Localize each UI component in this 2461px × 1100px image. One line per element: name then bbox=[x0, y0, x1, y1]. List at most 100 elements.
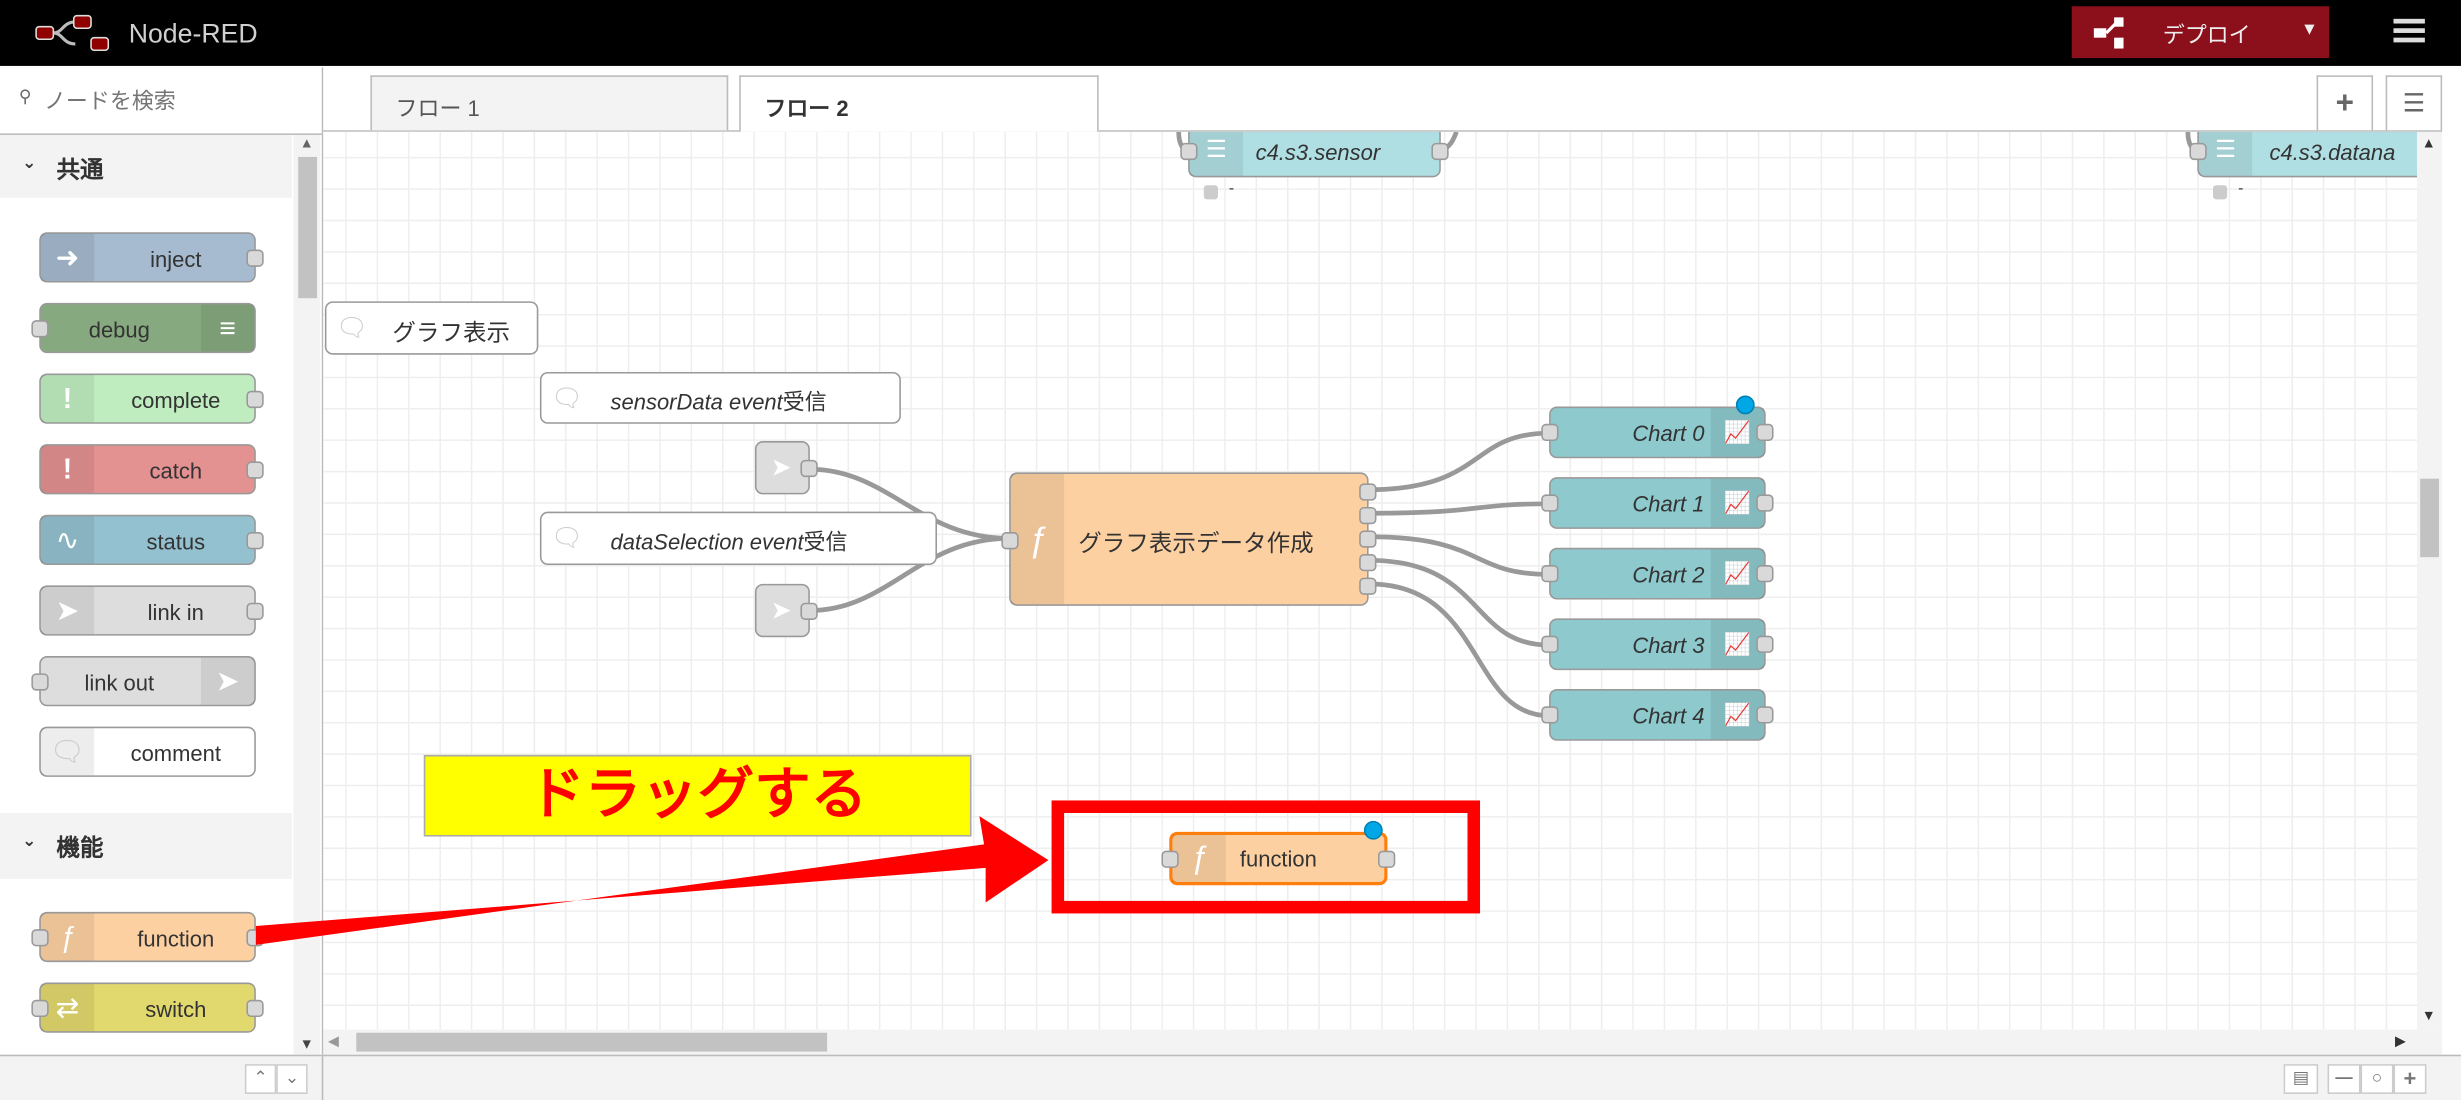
function-icon: ƒ bbox=[1172, 834, 1226, 883]
wire bbox=[1368, 581, 1550, 719]
input-port[interactable] bbox=[1161, 850, 1179, 868]
search-icon: ⚲ bbox=[18, 87, 32, 107]
hamburger-menu-icon[interactable] bbox=[2393, 18, 2425, 43]
node-red-logo-icon bbox=[35, 14, 110, 52]
chevron-down-icon[interactable]: ▼ bbox=[2301, 20, 2318, 39]
output-port[interactable] bbox=[1359, 554, 1377, 572]
zoom-out-button[interactable]: — bbox=[2327, 1064, 2361, 1094]
palette-node-function[interactable]: ƒ function bbox=[31, 911, 264, 963]
output-port[interactable] bbox=[246, 999, 264, 1018]
output-port[interactable] bbox=[1431, 142, 1449, 161]
input-port[interactable] bbox=[2189, 142, 2207, 161]
canvas-vertical-scrollbar[interactable]: ▲ ▼ bbox=[2417, 131, 2443, 1030]
navigator-map-icon[interactable]: ▤ bbox=[2283, 1064, 2319, 1094]
category-common-header[interactable]: ⌄ 共通 bbox=[0, 134, 292, 198]
search-input[interactable] bbox=[40, 80, 314, 121]
function-node-dragged[interactable]: ƒ function bbox=[1161, 820, 1396, 886]
output-port[interactable] bbox=[1359, 506, 1377, 525]
input-port[interactable] bbox=[1541, 565, 1559, 583]
scrollbar-thumb[interactable] bbox=[298, 156, 318, 299]
add-tab-button[interactable]: + bbox=[2316, 75, 2374, 131]
list-flows-icon[interactable]: ☰ bbox=[2385, 75, 2443, 131]
output-port[interactable] bbox=[246, 461, 264, 479]
comment-node-sensor-data[interactable]: 🗨 sensorData event受信 bbox=[539, 371, 901, 424]
output-port[interactable] bbox=[246, 929, 264, 947]
input-port[interactable] bbox=[31, 929, 49, 947]
output-port[interactable] bbox=[1359, 530, 1377, 548]
link-icon: ➤ bbox=[40, 586, 95, 635]
scroll-up-icon[interactable]: ▲ bbox=[300, 135, 314, 151]
input-port[interactable] bbox=[1001, 532, 1019, 550]
input-port[interactable] bbox=[1541, 635, 1559, 653]
palette-node-complete[interactable]: ! complete bbox=[39, 373, 264, 424]
palette-node-debug[interactable]: ≡ debug bbox=[31, 302, 256, 354]
node-label: Chart 2 bbox=[1632, 561, 1705, 587]
output-port[interactable] bbox=[246, 249, 264, 267]
input-port[interactable] bbox=[1541, 706, 1559, 724]
input-port[interactable] bbox=[31, 999, 49, 1018]
output-port[interactable] bbox=[1359, 483, 1377, 501]
palette-node-comment[interactable]: 🗨 comment bbox=[39, 726, 256, 777]
output-port[interactable] bbox=[800, 602, 818, 620]
palette-scrollbar[interactable]: ▲ ▼ bbox=[293, 134, 321, 1055]
palette-node-link-out[interactable]: ➤ link out bbox=[31, 656, 256, 707]
input-port[interactable] bbox=[1180, 142, 1198, 161]
palette-search[interactable]: ⚲ bbox=[0, 67, 322, 135]
flow-canvas[interactable]: ☰ c4.s3.sensor - ☰ c4.s3.datana - 🗨 グラフ表… bbox=[323, 131, 2418, 1030]
node-label-suffix: 受信 bbox=[782, 389, 827, 415]
scroll-up-icon[interactable]: ▲ bbox=[2422, 135, 2436, 151]
node-label: dataSelection event bbox=[610, 528, 804, 555]
link-call-node-sensor[interactable]: ☰ c4.s3.sensor bbox=[1180, 131, 1449, 178]
link-call-node-datana[interactable]: ☰ c4.s3.datana bbox=[2189, 131, 2418, 178]
function-node-graph-data[interactable]: ƒ グラフ表示データ作成 bbox=[1001, 472, 1377, 606]
input-port[interactable] bbox=[1541, 423, 1559, 442]
chart-node-2[interactable]: Chart 2 📈 bbox=[1541, 547, 1774, 600]
tab-flow-2[interactable]: フロー 2 bbox=[739, 75, 1099, 132]
output-port[interactable] bbox=[1756, 635, 1774, 653]
zoom-reset-button[interactable]: ○ bbox=[2360, 1064, 2394, 1094]
zoom-in-button[interactable]: + bbox=[2393, 1064, 2427, 1094]
output-port[interactable] bbox=[1378, 850, 1396, 868]
chart-node-0[interactable]: Chart 0 📈 bbox=[1541, 395, 1774, 459]
output-port[interactable] bbox=[246, 390, 264, 409]
category-function-header[interactable]: ⌄ 機能 bbox=[0, 813, 292, 879]
comment-node-data-selection[interactable]: 🗨 dataSelection event受信 bbox=[539, 511, 937, 566]
collapse-all-icon[interactable]: ⌃ bbox=[244, 1064, 277, 1094]
output-port[interactable] bbox=[1756, 565, 1774, 583]
palette-node-status[interactable]: ∿ status bbox=[39, 514, 264, 566]
chart-node-3[interactable]: Chart 3 📈 bbox=[1541, 618, 1774, 671]
output-port[interactable] bbox=[246, 532, 264, 550]
palette-node-link-in[interactable]: ➤ link in bbox=[39, 585, 264, 636]
output-port[interactable] bbox=[1756, 423, 1774, 442]
deploy-button[interactable]: デプロイ ▼ bbox=[2071, 6, 2330, 59]
expand-all-icon[interactable]: ⌄ bbox=[276, 1064, 308, 1094]
node-label: debug bbox=[88, 317, 150, 343]
scrollbar-thumb[interactable] bbox=[2420, 478, 2440, 558]
input-port[interactable] bbox=[1541, 494, 1559, 512]
palette-node-inject[interactable]: ➜ inject bbox=[39, 232, 264, 283]
link-in-node-1[interactable]: ➤ bbox=[754, 441, 818, 495]
node-label: Chart 3 bbox=[1632, 632, 1705, 658]
scroll-down-icon[interactable]: ▼ bbox=[300, 1036, 314, 1052]
scroll-down-icon[interactable]: ▼ bbox=[2422, 1008, 2436, 1024]
workspace-tabs: フロー 1 フロー 2 + ☰ bbox=[323, 67, 2443, 132]
input-port[interactable] bbox=[31, 320, 49, 338]
scroll-left-icon[interactable]: ◀ bbox=[328, 1033, 339, 1050]
input-port[interactable] bbox=[31, 673, 49, 691]
canvas-horizontal-scrollbar[interactable]: ◀ ▶ bbox=[323, 1029, 2443, 1055]
link-in-node-2[interactable]: ➤ bbox=[754, 583, 818, 638]
node-label: status bbox=[146, 528, 206, 555]
output-port[interactable] bbox=[246, 602, 264, 620]
output-port[interactable] bbox=[800, 459, 818, 478]
chart-node-1[interactable]: Chart 1 📈 bbox=[1541, 477, 1774, 529]
comment-node-graph[interactable]: 🗨 グラフ表示 bbox=[324, 301, 539, 355]
scrollbar-thumb[interactable] bbox=[356, 1032, 828, 1052]
output-port[interactable] bbox=[1756, 706, 1774, 724]
chart-node-4[interactable]: Chart 4 📈 bbox=[1541, 689, 1774, 741]
scroll-right-icon[interactable]: ▶ bbox=[2395, 1033, 2406, 1050]
tab-flow-1[interactable]: フロー 1 bbox=[370, 75, 729, 131]
palette-node-catch[interactable]: ! catch bbox=[39, 444, 264, 495]
palette-node-switch[interactable]: ⇄ switch bbox=[31, 982, 264, 1033]
output-port[interactable] bbox=[1359, 577, 1377, 595]
output-port[interactable] bbox=[1756, 494, 1774, 512]
